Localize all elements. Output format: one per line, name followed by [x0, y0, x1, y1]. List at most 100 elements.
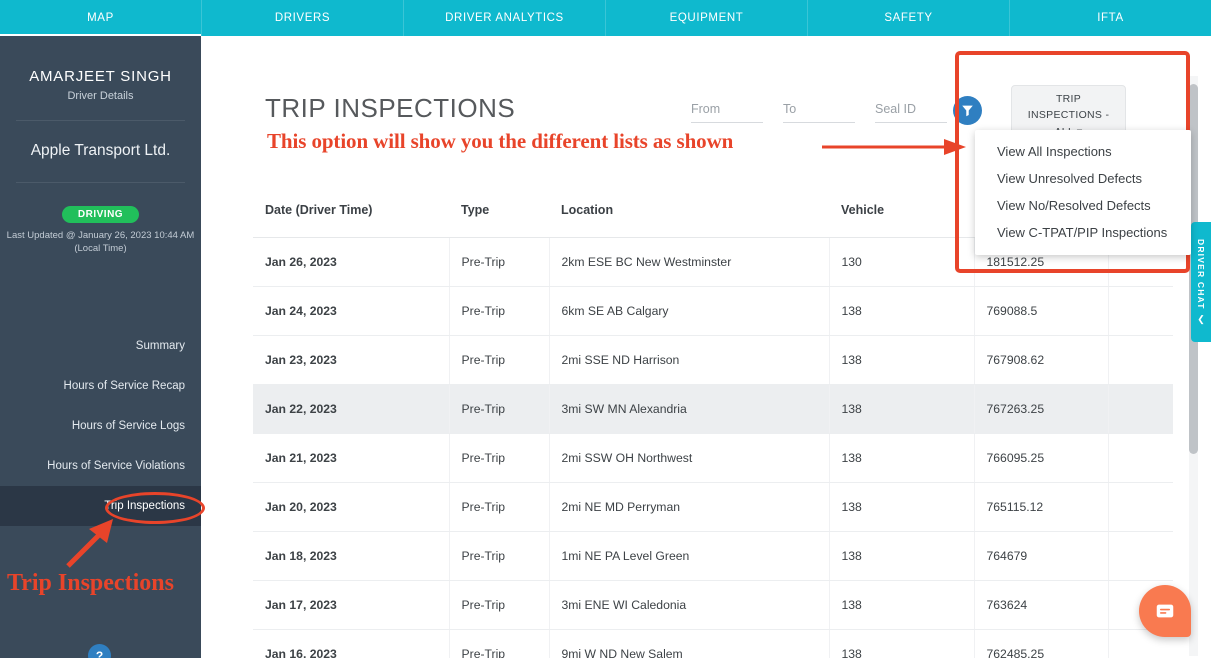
last-updated-text: Last Updated @ January 26, 2023 10:44 AM…: [0, 223, 201, 256]
annotation-sidebar-note: Trip Inspections: [7, 570, 174, 596]
help-button[interactable]: ?: [88, 644, 111, 658]
cell-extra: [1108, 482, 1173, 532]
column-header-vehicle[interactable]: Vehicle: [829, 191, 974, 238]
from-field: [691, 100, 763, 123]
cell-vehicle: 138: [829, 286, 975, 336]
nav-item-label: IFTA: [1097, 12, 1124, 24]
funnel-icon: [962, 105, 973, 117]
cell-vehicle: 138: [829, 580, 975, 630]
filter-button[interactable]: [953, 96, 982, 125]
cell-location: 2mi NE MD Perryman: [549, 482, 830, 532]
inspections-table-wrap: Date (Driver Time) Type Location Vehicle…: [253, 191, 1173, 658]
cell-date: Jan 23, 2023: [253, 335, 450, 385]
from-input[interactable]: [691, 100, 763, 123]
question-mark-icon: ?: [95, 648, 104, 658]
cell-location: 6km SE AB Calgary: [549, 286, 830, 336]
cell-odometer: 769088.5: [974, 286, 1109, 336]
cell-vehicle: 138: [829, 433, 975, 483]
last-updated-time: Last Updated @ January 26, 2023 10:44 AM: [6, 230, 195, 241]
cell-type: Pre-Trip: [449, 629, 550, 658]
cell-vehicle: 138: [829, 335, 975, 385]
cell-extra: [1108, 335, 1173, 385]
sidebar-item-hours-of-service-recap[interactable]: Hours of Service Recap: [0, 366, 201, 406]
cell-date: Jan 18, 2023: [253, 531, 450, 581]
table-body: Jan 26, 2023 Pre-Trip 2km ESE BC New Wes…: [253, 237, 1173, 658]
cell-type: Pre-Trip: [449, 384, 550, 434]
nav-item-label: DRIVERS: [274, 12, 331, 24]
driver-chat-tab[interactable]: DRIVER CHAT ❮: [1191, 222, 1211, 342]
nav-item-equipment[interactable]: EQUIPMENT: [606, 0, 808, 36]
cell-location: 9mi W ND New Salem: [549, 629, 830, 658]
column-header-type[interactable]: Type: [449, 191, 549, 238]
nav-item-ifta[interactable]: IFTA: [1010, 0, 1211, 36]
status-badge-wrap: DRIVING: [0, 183, 201, 223]
cell-vehicle: 138: [829, 384, 975, 434]
app-root: MAP DRIVERS DRIVER ANALYTICS EQUIPMENT S…: [0, 0, 1211, 658]
seal-id-input[interactable]: [875, 100, 947, 123]
table-row[interactable]: Jan 17, 2023 Pre-Trip 3mi ENE WI Caledon…: [253, 580, 1173, 630]
nav-item-safety[interactable]: SAFETY: [808, 0, 1010, 36]
sidebar-menu: Summary Hours of Service Recap Hours of …: [0, 326, 201, 526]
sidebar-item-hours-of-service-logs[interactable]: Hours of Service Logs: [0, 406, 201, 446]
seal-id-field: [875, 100, 947, 123]
dropdown-item-view-ctpat-pip-inspections[interactable]: View C-TPAT/PIP Inspections: [975, 219, 1191, 246]
annotation-dropdown-note: This option will show you the different …: [267, 129, 734, 153]
cell-extra: [1108, 433, 1173, 483]
cell-location: 2mi SSE ND Harrison: [549, 335, 830, 385]
cell-date: Jan 21, 2023: [253, 433, 450, 483]
sidebar-item-label: Hours of Service Recap: [63, 380, 185, 392]
sidebar-item-trip-inspections[interactable]: Trip Inspections: [0, 486, 201, 526]
cell-date: Jan 16, 2023: [253, 629, 450, 658]
dropdown-item-view-no-resolved-defects[interactable]: View No/Resolved Defects: [975, 192, 1191, 219]
chevron-left-icon: ❮: [1197, 313, 1205, 324]
sidebar-item-summary[interactable]: Summary: [0, 326, 201, 366]
cell-odometer: 765115.12: [974, 482, 1109, 532]
table-row[interactable]: Jan 23, 2023 Pre-Trip 2mi SSE ND Harriso…: [253, 335, 1173, 385]
cell-vehicle: 130: [829, 237, 975, 287]
chat-bubble-button[interactable]: [1139, 585, 1191, 637]
cell-type: Pre-Trip: [449, 531, 550, 581]
cell-type: Pre-Trip: [449, 433, 550, 483]
cell-odometer: 766095.25: [974, 433, 1109, 483]
cell-location: 3mi SW MN Alexandria: [549, 384, 830, 434]
cell-odometer: 762485.25: [974, 629, 1109, 658]
cell-extra: [1108, 384, 1173, 434]
column-header-location[interactable]: Location: [549, 191, 829, 238]
cell-date: Jan 22, 2023: [253, 384, 450, 434]
to-field: [783, 100, 855, 123]
chat-message-icon: [1156, 604, 1174, 618]
sidebar-item-label: Summary: [135, 340, 185, 352]
top-navigation: MAP DRIVERS DRIVER ANALYTICS EQUIPMENT S…: [0, 0, 1211, 36]
nav-item-label: MAP: [87, 12, 114, 24]
table-row[interactable]: Jan 22, 2023 Pre-Trip 3mi SW MN Alexandr…: [253, 384, 1173, 434]
nav-item-drivers[interactable]: DRIVERS: [202, 0, 404, 36]
cell-type: Pre-Trip: [449, 286, 550, 336]
cell-type: Pre-Trip: [449, 580, 550, 630]
cell-odometer: 764679: [974, 531, 1109, 581]
sidebar: AMARJEET SINGH Driver Details Apple Tran…: [0, 36, 201, 658]
dropdown-item-view-all-inspections[interactable]: View All Inspections: [975, 138, 1191, 165]
sidebar-item-hours-of-service-violations[interactable]: Hours of Service Violations: [0, 446, 201, 486]
cell-date: Jan 20, 2023: [253, 482, 450, 532]
table-row[interactable]: Jan 18, 2023 Pre-Trip 1mi NE PA Level Gr…: [253, 531, 1173, 581]
to-input[interactable]: [783, 100, 855, 123]
cell-odometer: 767263.25: [974, 384, 1109, 434]
driver-name: AMARJEET SINGH: [29, 68, 172, 85]
table-row[interactable]: Jan 21, 2023 Pre-Trip 2mi SSW OH Northwe…: [253, 433, 1173, 483]
cell-odometer: 763624: [974, 580, 1109, 630]
cell-type: Pre-Trip: [449, 482, 550, 532]
table-row[interactable]: Jan 16, 2023 Pre-Trip 9mi W ND New Salem…: [253, 629, 1173, 658]
nav-item-map[interactable]: MAP: [0, 0, 202, 36]
nav-item-driver-analytics[interactable]: DRIVER ANALYTICS: [404, 0, 606, 36]
inspections-table: Date (Driver Time) Type Location Vehicle…: [253, 191, 1173, 658]
cell-vehicle: 138: [829, 482, 975, 532]
table-row[interactable]: Jan 20, 2023 Pre-Trip 2mi NE MD Perryman…: [253, 482, 1173, 532]
cell-location: 2mi SSW OH Northwest: [549, 433, 830, 483]
dropdown-item-view-unresolved-defects[interactable]: View Unresolved Defects: [975, 165, 1191, 192]
column-header-date[interactable]: Date (Driver Time): [253, 191, 449, 238]
nav-item-label: EQUIPMENT: [669, 12, 744, 24]
cell-type: Pre-Trip: [449, 237, 550, 287]
cell-type: Pre-Trip: [449, 335, 550, 385]
cell-location: 3mi ENE WI Caledonia: [549, 580, 830, 630]
table-row[interactable]: Jan 24, 2023 Pre-Trip 6km SE AB Calgary …: [253, 286, 1173, 336]
